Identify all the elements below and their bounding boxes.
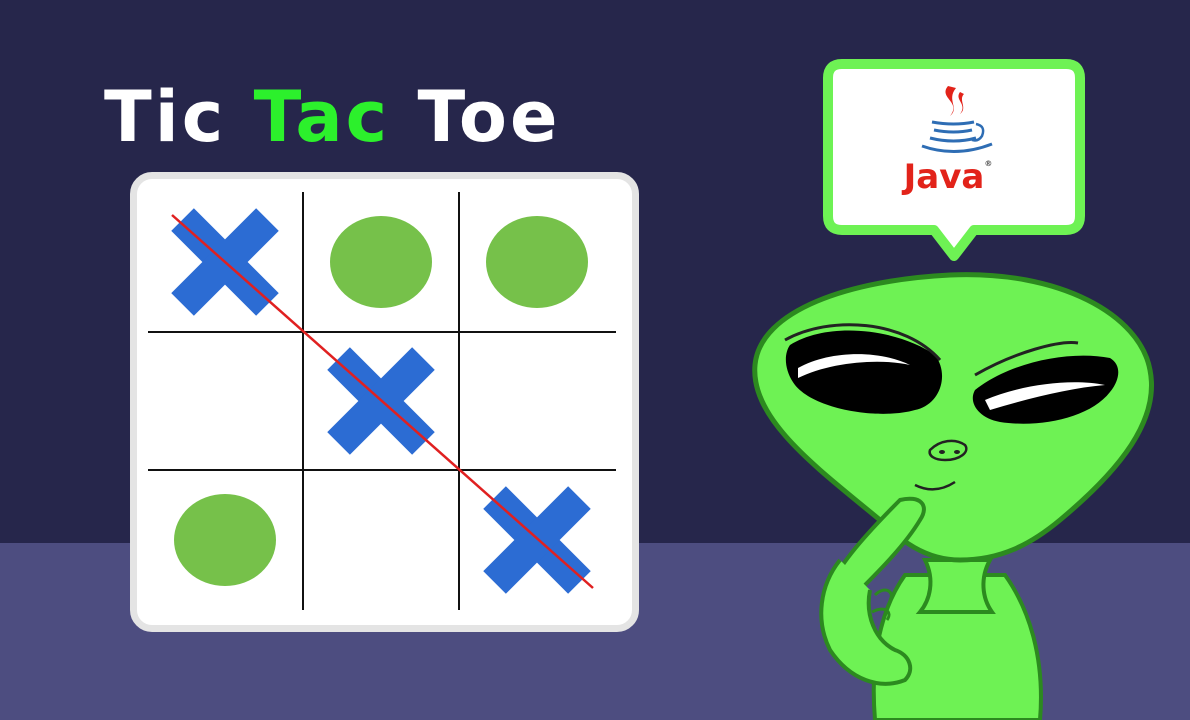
title-word-tac: Tac	[253, 76, 391, 158]
o-mark	[174, 494, 276, 586]
java-logo-text: Java®	[903, 157, 993, 197]
title-word-toe: Toe	[417, 76, 561, 158]
title-word-tic: Tic	[104, 76, 227, 158]
tic-tac-toe-board	[130, 172, 639, 632]
o-mark	[330, 216, 432, 308]
o-mark	[486, 216, 588, 308]
page-title: Tic Tac Toe	[104, 82, 561, 152]
thinking-alien-icon	[752, 272, 1154, 720]
board-grid	[148, 192, 616, 610]
